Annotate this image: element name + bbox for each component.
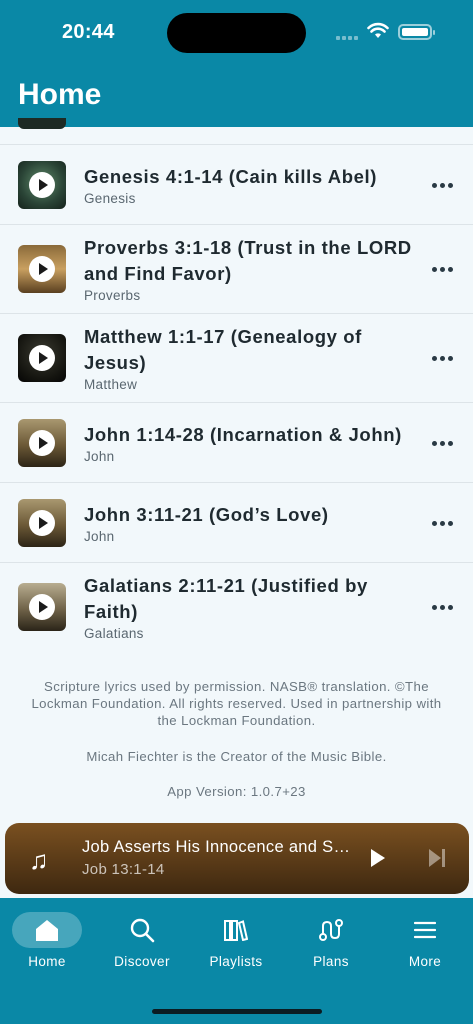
song-row-john-3[interactable]: John 3:11-21 (God’s Love) John xyxy=(0,482,473,562)
menu-icon xyxy=(378,912,472,948)
play-icon[interactable] xyxy=(29,171,55,198)
tab-playlists[interactable]: Playlists xyxy=(189,912,283,969)
album-art[interactable] xyxy=(18,498,66,547)
play-icon[interactable] xyxy=(29,429,55,456)
song-title: Genesis 4:1-14 (Cain kills Abel) xyxy=(84,165,378,187)
song-book: Galatians xyxy=(84,626,144,641)
play-icon[interactable] xyxy=(29,594,55,620)
song-book: Matthew xyxy=(84,377,138,392)
wifi-icon xyxy=(367,22,389,38)
tab-label: Playlists xyxy=(209,954,263,969)
more-options-icon[interactable] xyxy=(432,440,453,446)
more-options-icon[interactable] xyxy=(432,520,453,526)
tab-label: More xyxy=(408,954,442,969)
album-art[interactable] xyxy=(18,334,66,382)
play-icon[interactable] xyxy=(29,345,55,371)
more-options-icon[interactable] xyxy=(432,182,453,188)
album-art[interactable] xyxy=(18,583,66,631)
play-icon[interactable] xyxy=(29,256,55,282)
song-row-john-1[interactable]: John 1:14-28 (Incarnation & John) John xyxy=(0,402,473,482)
song-title: Matthew 1:1-17 (Genealogy of Jesus) xyxy=(84,326,362,373)
song-row-galatians[interactable]: Galatians 2:11-21 (Justified by Faith) G… xyxy=(0,562,473,651)
now-playing-subtitle: Job 13:1-14 xyxy=(82,861,165,878)
song-book: Proverbs xyxy=(84,288,141,303)
skip-next-icon[interactable] xyxy=(429,849,447,867)
song-title: Proverbs 3:1-18 (Trust in the LORD and F… xyxy=(84,237,412,284)
album-art[interactable] xyxy=(18,418,66,467)
now-playing-title: Job Asserts His Innocence and Se... xyxy=(82,838,354,856)
home-indicator[interactable] xyxy=(152,1009,322,1014)
partial-album-art xyxy=(18,118,66,129)
album-art[interactable] xyxy=(18,160,66,209)
app-version: App Version: 1.0.7+23 xyxy=(167,784,306,799)
tab-plans[interactable]: Plans xyxy=(284,912,378,969)
page-title: Home xyxy=(18,78,102,111)
song-book: John xyxy=(84,528,115,544)
copyright-notice: Scripture lyrics used by permission. NAS… xyxy=(31,679,442,728)
song-title: Galatians 2:11-21 (Justified by Faith) xyxy=(84,575,368,622)
playlists-icon xyxy=(189,912,283,948)
song-row-genesis[interactable]: Genesis 4:1-14 (Cain kills Abel) Genesis xyxy=(0,144,473,224)
music-note-icon: ♫ xyxy=(29,845,49,875)
plans-icon xyxy=(284,912,378,948)
tab-label: Plans xyxy=(313,954,349,969)
creator-note: Micah Fiechter is the Creator of the Mus… xyxy=(86,749,387,764)
status-time: 20:44 xyxy=(62,21,115,43)
top-bar: 20:44 Home xyxy=(0,0,473,127)
more-options-icon[interactable] xyxy=(432,267,453,272)
tab-home[interactable]: Home xyxy=(0,912,94,969)
tab-label: Home xyxy=(28,954,66,969)
more-options-icon[interactable] xyxy=(432,356,453,361)
song-title: John 3:11-21 (God’s Love) xyxy=(84,503,329,525)
song-list: Genesis 4:1-14 (Cain kills Abel) Genesis… xyxy=(0,144,473,651)
tab-more[interactable]: More xyxy=(378,912,472,969)
song-row-matthew[interactable]: Matthew 1:1-17 (Genealogy of Jesus) Matt… xyxy=(0,313,473,402)
song-book: Genesis xyxy=(84,190,136,206)
cellular-signal-icon xyxy=(336,36,358,40)
tab-discover[interactable]: Discover xyxy=(95,912,189,969)
dynamic-island xyxy=(167,13,306,53)
album-art[interactable] xyxy=(18,245,66,293)
battery-icon xyxy=(398,24,435,40)
song-title: John 1:14-28 (Incarnation & John) xyxy=(84,423,402,445)
song-book: John xyxy=(84,448,115,464)
tab-bar: Home Discover Playlists Plans More xyxy=(0,898,473,1024)
play-icon[interactable] xyxy=(371,849,385,867)
tab-label: Discover xyxy=(114,954,170,969)
song-row-proverbs[interactable]: Proverbs 3:1-18 (Trust in the LORD and F… xyxy=(0,224,473,313)
now-playing-bar[interactable]: ♫ Job Asserts His Innocence and Se... Jo… xyxy=(5,823,469,894)
play-icon[interactable] xyxy=(29,509,55,536)
search-icon xyxy=(95,912,189,948)
more-options-icon[interactable] xyxy=(432,605,453,610)
home-icon xyxy=(0,912,94,948)
